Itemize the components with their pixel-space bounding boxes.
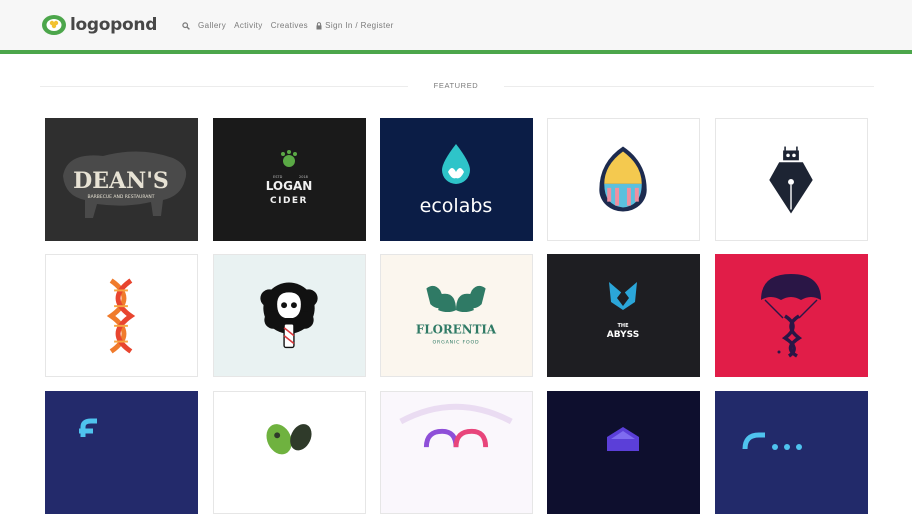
svg-text:THE: THE bbox=[617, 323, 629, 329]
sign-in-link[interactable]: Sign In / Register bbox=[316, 21, 394, 30]
header-accent-bar bbox=[0, 50, 912, 54]
logo-card-ecolabs[interactable]: ecolabs bbox=[380, 118, 533, 241]
nav-creatives[interactable]: Creatives bbox=[271, 21, 308, 30]
site-header: logopond Gallery Activity Creatives Sign… bbox=[0, 0, 912, 50]
sign-in-label: Sign In / Register bbox=[325, 21, 394, 30]
logo-card-pen-robot[interactable] bbox=[715, 118, 868, 241]
logo-card-logan-cider[interactable]: ESTD 2018 LOGAN CIDER bbox=[213, 118, 366, 241]
logo-card-florentia[interactable]: FLORENTIA ORGANIC FOOD bbox=[380, 254, 533, 377]
lock-icon bbox=[316, 21, 322, 30]
logo-card-deans[interactable]: DEAN'S BARBECUE AND RESTAURANT bbox=[45, 118, 198, 241]
divider bbox=[40, 86, 408, 87]
svg-text:ORGANIC FOOD: ORGANIC FOOD bbox=[433, 340, 480, 346]
svg-text:BARBECUE AND RESTAURANT: BARBECUE AND RESTAURANT bbox=[87, 194, 154, 200]
svg-text:ABYSS: ABYSS bbox=[607, 330, 639, 340]
featured-label: FEATURED bbox=[433, 81, 479, 90]
search-icon bbox=[182, 21, 190, 30]
search-button[interactable] bbox=[182, 21, 190, 30]
logo[interactable]: logopond bbox=[41, 13, 157, 37]
nav-activity[interactable]: Activity bbox=[234, 21, 263, 30]
logo-card-parachute-dna[interactable] bbox=[715, 254, 868, 377]
featured-heading: FEATURED bbox=[40, 81, 874, 93]
nav-gallery[interactable]: Gallery bbox=[198, 21, 226, 30]
logo-card-egg[interactable] bbox=[547, 118, 700, 241]
svg-text:CIDER: CIDER bbox=[270, 196, 308, 206]
logo-text: logopond bbox=[70, 15, 158, 35]
logo-card-row3-5[interactable] bbox=[715, 391, 868, 514]
logo-card-afro-skull[interactable] bbox=[213, 254, 366, 377]
logo-card-row3-3[interactable] bbox=[380, 391, 533, 514]
svg-text:LOGAN: LOGAN bbox=[266, 179, 313, 193]
logo-card-row3-1[interactable] bbox=[45, 391, 198, 514]
logo-icon bbox=[41, 13, 71, 37]
logo-card-dna[interactable] bbox=[45, 254, 198, 377]
main-nav: Gallery Activity Creatives Sign In / Reg… bbox=[182, 21, 402, 30]
svg-text:DEAN'S: DEAN'S bbox=[73, 168, 169, 194]
logo-card-row3-2[interactable] bbox=[213, 391, 366, 514]
logo-card-row3-4[interactable] bbox=[547, 391, 700, 514]
svg-text:ecolabs: ecolabs bbox=[420, 195, 493, 217]
divider bbox=[504, 86, 874, 87]
svg-text:FLORENTIA: FLORENTIA bbox=[416, 323, 497, 337]
logo-card-the-abyss[interactable]: THE ABYSS bbox=[547, 254, 700, 377]
